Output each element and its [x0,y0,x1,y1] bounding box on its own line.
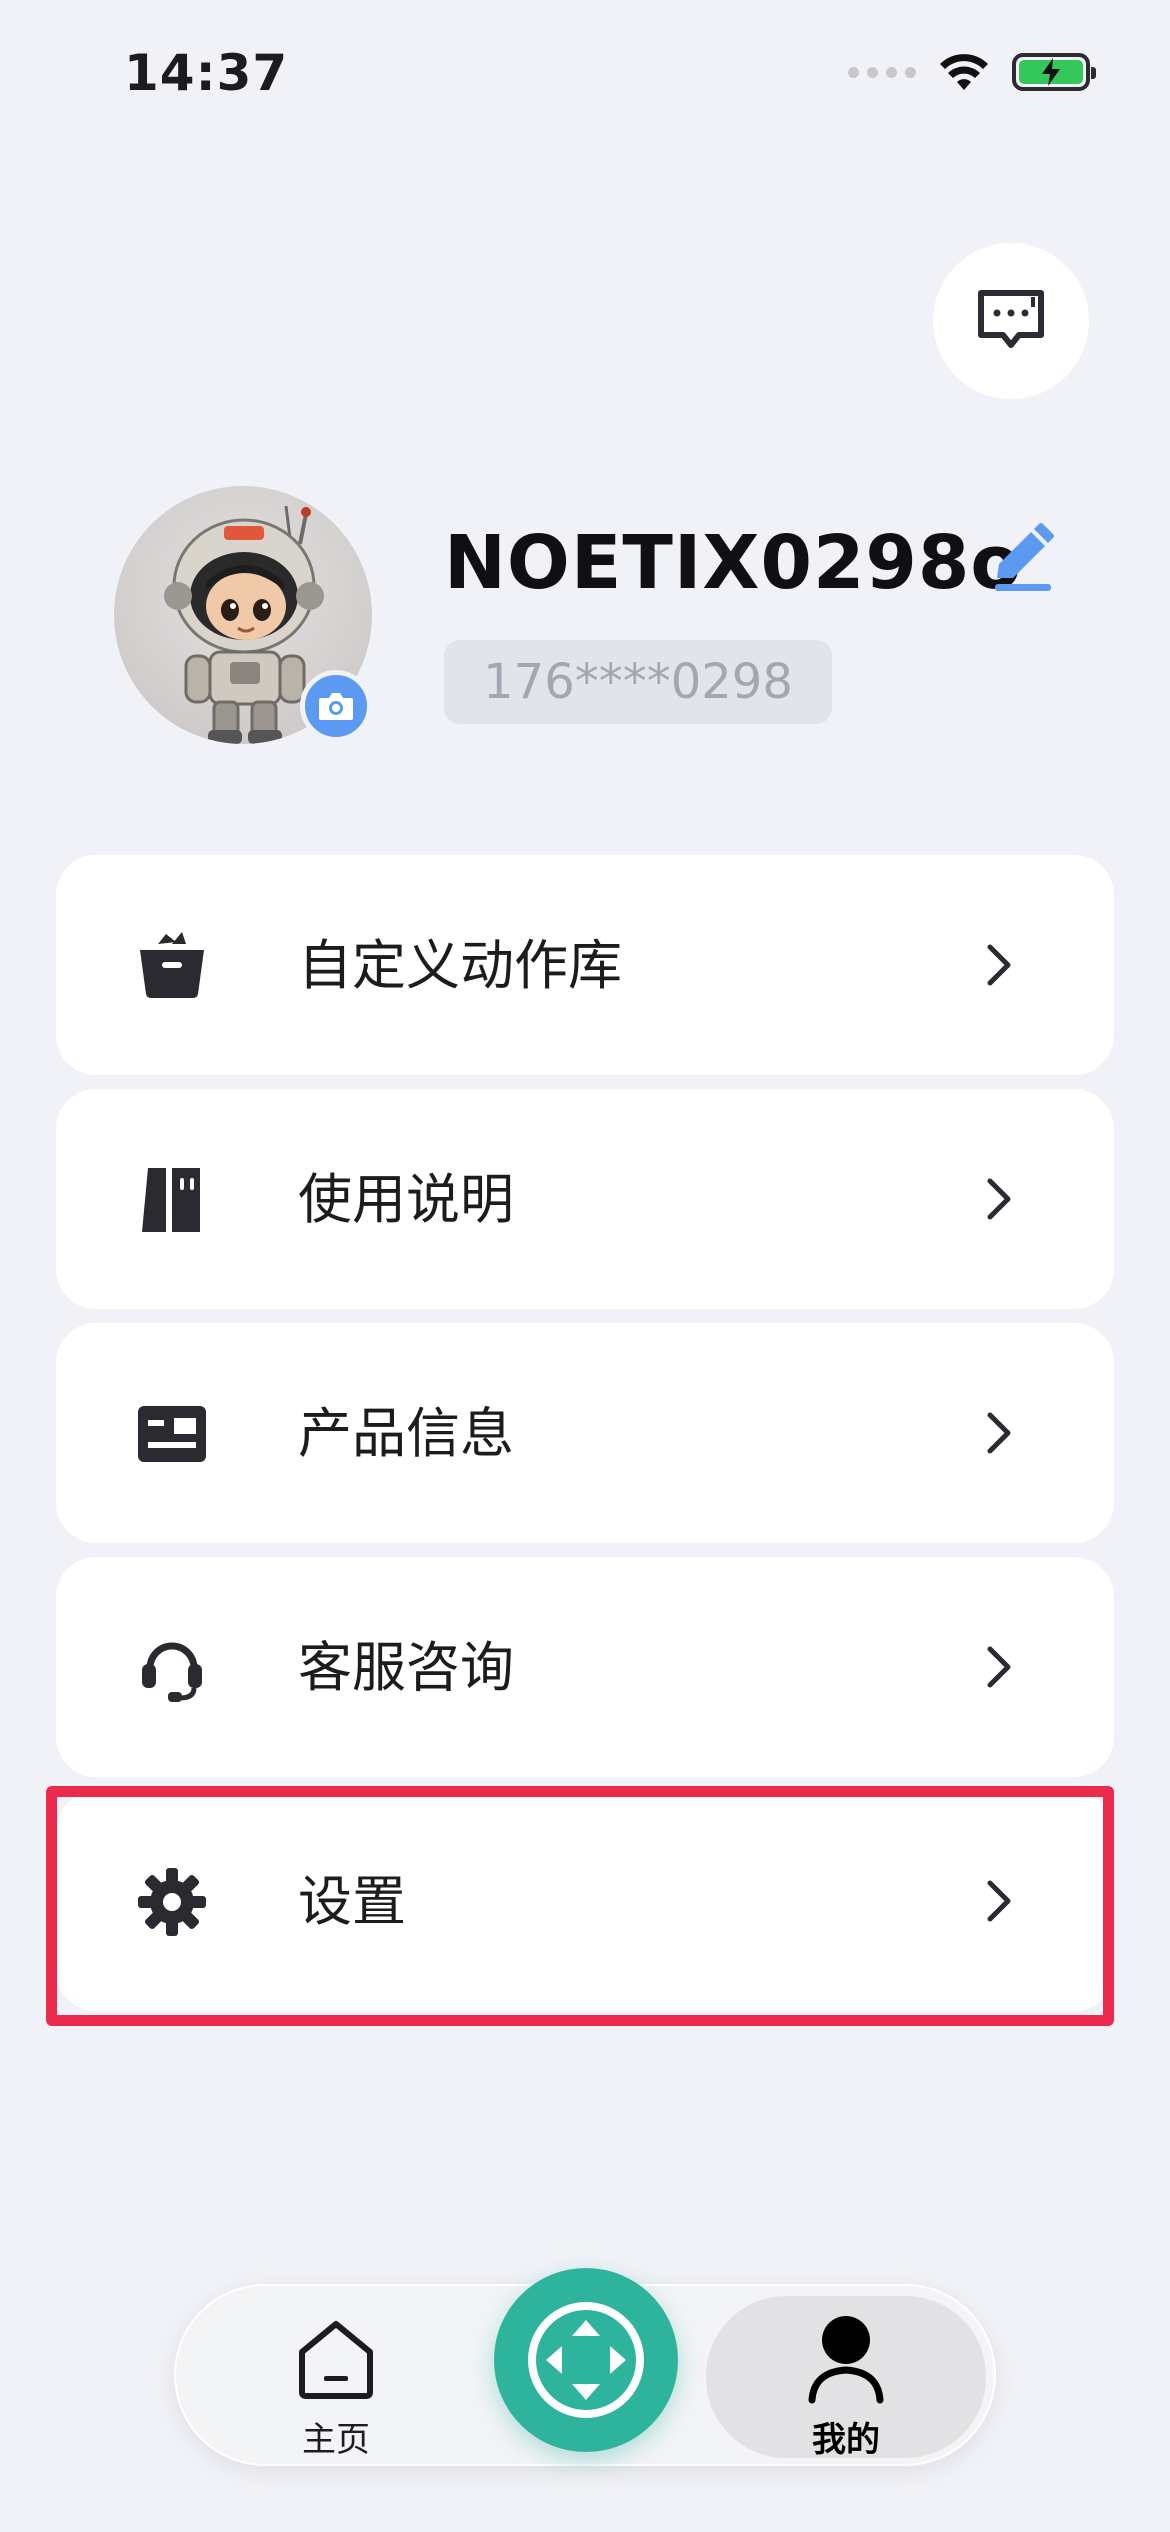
wifi-icon [940,54,988,90]
tab-home[interactable]: 主页 [276,2312,396,2460]
tab-home-label: 主页 [302,2420,370,2460]
remote-control-button[interactable] [494,2268,678,2452]
menu-item-instructions[interactable]: 使用说明 [56,1089,1114,1309]
profile-screen: 14:37 NOETIX0298o 176****0298 自定义动作库 使用说… [0,0,1170,2532]
menu-item-product-info[interactable]: 产品信息 [56,1323,1114,1543]
status-indicators [848,52,1096,92]
tab-mine-label: 我的 [812,2420,880,2460]
chevron-right-icon [987,1412,1011,1454]
username: NOETIX0298o [444,520,1023,606]
direction-pad-icon [528,2302,644,2418]
menu-item-label: 产品信息 [298,1402,514,1465]
status-time: 14:37 [124,44,289,102]
message-dots-icon [978,290,1044,348]
menu-item-customer-service[interactable]: 客服咨询 [56,1557,1114,1777]
bag-icon [140,932,204,998]
chevron-right-icon [987,1178,1011,1220]
edit-name-button[interactable] [985,522,1059,596]
camera-icon [319,693,353,720]
person-icon [808,2316,884,2404]
menu-item-label: 使用说明 [298,1168,514,1231]
pencil-icon [995,523,1054,591]
chevron-right-icon [987,1646,1011,1688]
menu-item-label: 客服咨询 [298,1636,514,1699]
menu-item-label: 自定义动作库 [298,934,622,997]
home-icon [299,2321,373,2399]
message-button[interactable] [933,243,1089,399]
id-card-icon [138,1406,206,1462]
battery-icon [1012,53,1096,91]
chevron-right-icon [987,944,1011,986]
cellular-signal-icon [848,66,916,78]
change-avatar-button[interactable] [300,670,372,742]
book-icon [142,1168,200,1232]
settings-highlight-box [46,1786,1114,2026]
phone-number: 176****0298 [444,640,832,724]
menu-item-custom-actions[interactable]: 自定义动作库 [56,855,1114,1075]
headset-icon [142,1642,202,1702]
tab-mine[interactable]: 我的 [706,2296,986,2460]
